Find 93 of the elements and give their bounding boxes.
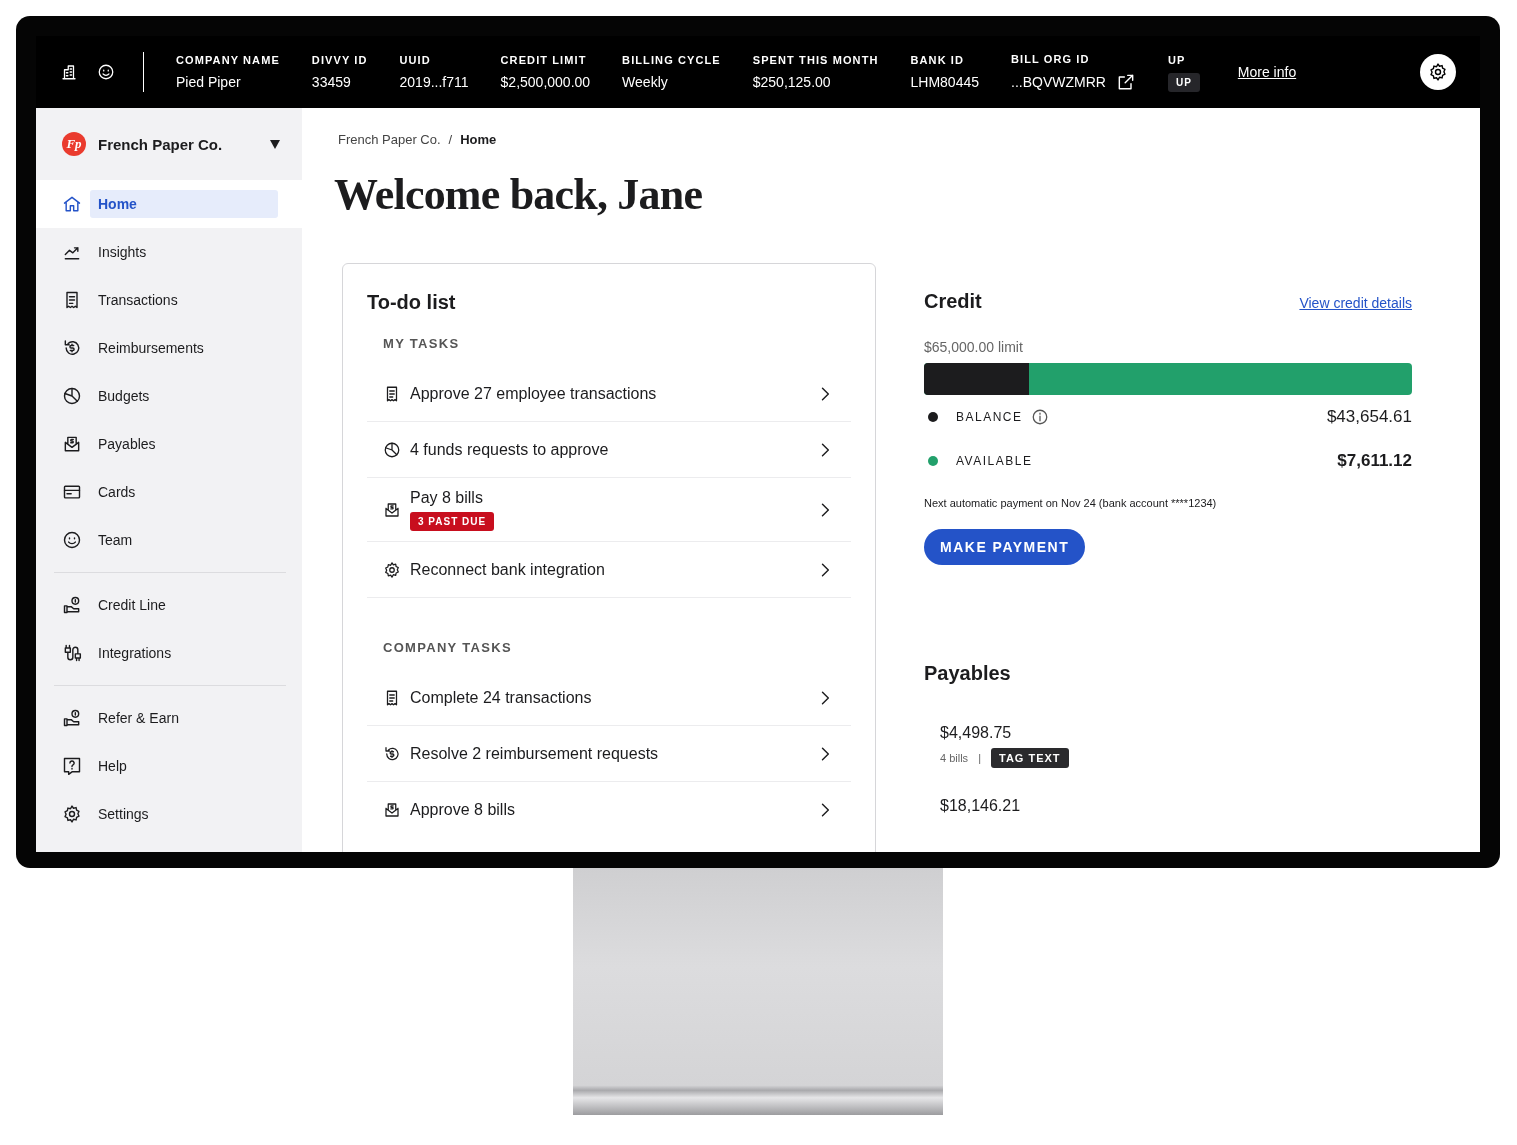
task-label: Reconnect bank integration <box>410 559 605 580</box>
info-icon[interactable] <box>1030 408 1049 426</box>
nav-item[interactable]: Integrations <box>90 639 278 667</box>
field-label: DIVVY ID <box>311 53 368 67</box>
dollar-refresh-icon <box>383 744 401 763</box>
section-heading: MY TASKS <box>382 335 461 353</box>
nav-item[interactable]: Credit Line <box>90 591 278 619</box>
company-name[interactable]: French Paper Co. <box>98 135 223 153</box>
task-label: Pay 8 bills <box>410 488 483 508</box>
settings-button[interactable] <box>1420 54 1456 90</box>
card-icon <box>62 482 82 502</box>
pie-chart-icon <box>383 440 401 459</box>
field-value: Weekly <box>622 73 669 91</box>
field-value: Pied Piper <box>176 73 242 91</box>
nav-item[interactable]: Refer & Earn <box>90 704 278 732</box>
make-payment-button[interactable]: MAKE PAYMENT <box>924 529 1086 565</box>
help-icon <box>62 756 82 776</box>
task-label: Resolve 2 reimbursement requests <box>410 743 659 764</box>
credit-details-link[interactable]: View credit details <box>1299 295 1412 311</box>
field-label: UUID <box>399 53 432 67</box>
more-info-link[interactable]: More info <box>1237 64 1297 80</box>
field-value: 2019...f711 <box>399 73 469 91</box>
field-value: $250,125.00 <box>752 73 832 91</box>
field-label: BANK ID <box>910 53 966 67</box>
smiley-icon[interactable] <box>97 63 115 81</box>
field-label: CREDIT LIMIT <box>500 53 588 67</box>
payable-amount: $4,498.75 <box>940 723 1013 743</box>
envelope-dollar-icon <box>383 800 401 819</box>
legend-value: $43,654.61 <box>1326 407 1412 427</box>
envelope-dollar-icon <box>62 434 82 454</box>
status-tag: UP <box>1167 72 1200 92</box>
nav-item[interactable]: Help <box>90 752 278 780</box>
task-row[interactable]: Reconnect bank integration <box>367 542 851 598</box>
task-row[interactable]: 4 funds requests to approve <box>367 422 851 478</box>
caret-icon[interactable] <box>270 139 280 149</box>
task-label: Approve 8 bills <box>410 799 515 820</box>
panel-title: Credit <box>924 289 982 314</box>
breadcrumb-item: Home <box>460 132 497 147</box>
credit-limit: $65,000.00 limit <box>924 339 1024 355</box>
field-value: $2,500,000.00 <box>500 73 591 91</box>
nav-item[interactable]: Insights <box>90 238 278 266</box>
payment-note: Next automatic payment on Nov 24 (bank account ****1234) <box>924 497 1218 509</box>
task-row[interactable]: Approve 8 bills <box>367 782 851 837</box>
nav-item[interactable]: Payables <box>90 430 278 458</box>
envelope-dollar-icon <box>383 500 401 519</box>
task-label: Complete 24 transactions <box>410 687 592 708</box>
field-label: COMPANY NAME <box>176 53 280 67</box>
page-heading: Welcome back, Jane <box>334 169 704 221</box>
breadcrumb-separator: / <box>448 132 453 147</box>
past-due-badge: 3 PAST DUE <box>410 512 495 531</box>
separator: | <box>978 752 981 764</box>
bill-count: 4 bills <box>940 752 969 764</box>
task-row[interactable]: Approve 27 employee transactions <box>367 366 851 422</box>
legend-value: $7,611.12 <box>1337 451 1412 471</box>
smiley-icon <box>62 530 82 550</box>
nav-item[interactable]: Cards <box>90 478 278 506</box>
payable-amount: $18,146.21 <box>940 796 1022 816</box>
task-row[interactable]: Resolve 2 reimbursement requests <box>367 726 851 782</box>
dollar-refresh-icon <box>62 338 82 358</box>
legend-label: AVAILABLE <box>956 454 1033 468</box>
field-label: SPENT THIS MONTH <box>752 53 879 67</box>
task-row[interactable]: Complete 24 transactions <box>367 670 851 726</box>
field-value: 33459 <box>311 73 352 91</box>
card-title: To-do list <box>367 290 457 315</box>
plugs-icon <box>62 643 82 663</box>
company-logo: Fp <box>62 132 86 156</box>
hand-coin-icon <box>62 708 82 728</box>
legend-label: BALANCE <box>956 410 1023 424</box>
nav-item[interactable]: Budgets <box>90 382 278 410</box>
home-icon <box>62 194 82 214</box>
section-heading: COMPANY TASKS <box>382 639 513 657</box>
field-value: LHM80445 <box>910 73 979 91</box>
nav-item[interactable]: Home <box>90 190 278 218</box>
hand-coin-icon <box>62 595 82 615</box>
task-label: 4 funds requests to approve <box>410 439 609 460</box>
panel-title: Payables <box>924 661 1012 686</box>
field-label: UP <box>1167 52 1187 67</box>
task-label: Approve 27 employee transactions <box>410 383 657 404</box>
field-value: ...BQVWZMRR <box>1011 73 1106 91</box>
breadcrumb-item[interactable]: French Paper Co. <box>338 132 441 147</box>
nav-item[interactable]: Reimbursements <box>90 334 278 362</box>
pie-chart-icon <box>62 386 82 406</box>
nav-item[interactable]: Team <box>90 526 278 554</box>
gear-icon <box>383 560 401 579</box>
payable-tag: TAG TEXT <box>991 748 1069 768</box>
field-label: BILL ORG ID <box>1011 52 1091 66</box>
gear-icon <box>1428 62 1448 82</box>
nav-item[interactable]: Transactions <box>90 286 278 314</box>
gear-icon <box>62 804 82 824</box>
building-icon[interactable] <box>60 63 78 81</box>
task-row[interactable]: Pay 8 bills 3 PAST DUE <box>367 478 851 542</box>
field-label: BILLING CYCLE <box>622 53 721 67</box>
nav-item[interactable]: Settings <box>90 800 278 828</box>
